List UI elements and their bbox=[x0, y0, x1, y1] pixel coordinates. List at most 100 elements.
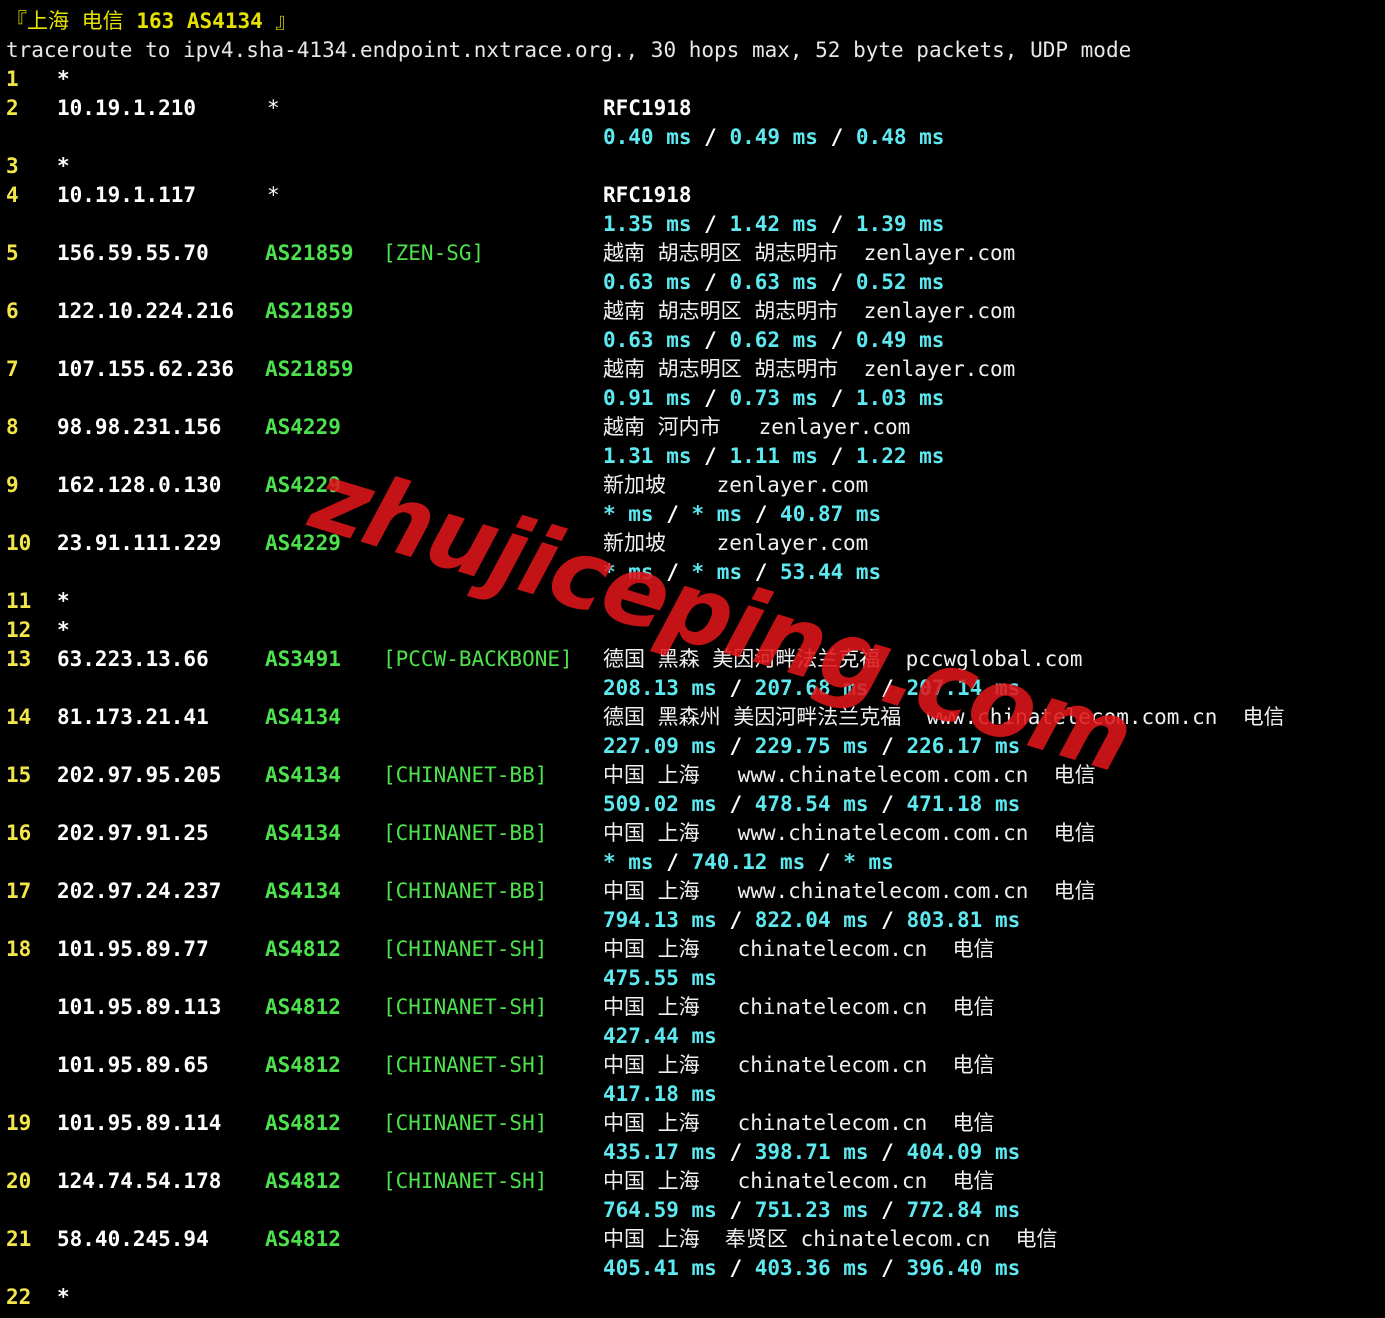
rtt-separator: / bbox=[716, 1140, 755, 1164]
rtt-separator: / bbox=[716, 908, 755, 932]
hop-asn: AS4134 bbox=[265, 821, 341, 845]
rtt-value: 0.49 ms bbox=[855, 328, 945, 352]
hop-rtt-row: 417.18 ms bbox=[6, 1080, 1385, 1109]
hop-number: 17 bbox=[6, 879, 32, 903]
hop-row: 18 101.95.89.77 AS4812 [CHINANET-SH] 中国 上海 c… bbox=[6, 935, 1385, 964]
rtt-value: 471.18 ms bbox=[906, 792, 1021, 816]
hop-ip: 63.223.13.66 bbox=[57, 647, 209, 671]
hop-number: 13 bbox=[6, 647, 32, 671]
hop-rtt: 0.40 ms / 0.49 ms / 0.48 ms bbox=[603, 123, 944, 152]
hop-asn: AS4812 bbox=[265, 937, 341, 961]
hop-geo: RFC1918 bbox=[603, 183, 692, 207]
rtt-value: 226.17 ms bbox=[906, 734, 1021, 758]
hop-tag: [PCCW-BACKBONE] bbox=[383, 647, 573, 671]
hop-asn: AS3491 bbox=[265, 647, 341, 671]
rtt-value: 40.87 ms bbox=[780, 502, 882, 526]
rtt-separator: / bbox=[716, 734, 755, 758]
hop-asn: AS4812 bbox=[265, 1169, 341, 1193]
hop-row: 12 * bbox=[6, 616, 1385, 645]
rtt-separator: / bbox=[691, 270, 730, 294]
rtt-value: * ms bbox=[603, 560, 654, 584]
hop-rtt: 427.44 ms bbox=[603, 1022, 717, 1051]
hop-asn: AS4229 bbox=[265, 531, 341, 555]
hop-ip: 23.91.111.229 bbox=[57, 531, 222, 555]
rtt-separator: / bbox=[817, 212, 856, 236]
rtt-separator: / bbox=[805, 850, 844, 874]
hop-rtt: 435.17 ms / 398.71 ms / 404.09 ms bbox=[603, 1138, 1020, 1167]
hop-ip: 107.155.62.236 bbox=[57, 357, 235, 381]
hop-number: 10 bbox=[6, 531, 32, 555]
rtt-value: 0.49 ms bbox=[729, 125, 818, 149]
hop-row: 4 10.19.1.117 * RFC1918 bbox=[6, 181, 1385, 210]
hop-geo: 中国 上海 www.chinatelecom.com.cn 电信 bbox=[603, 763, 1096, 787]
rtt-value: 404.09 ms bbox=[906, 1140, 1021, 1164]
hop-tag: [CHINANET-BB] bbox=[383, 821, 548, 845]
hop-rtt: * ms / * ms / 40.87 ms bbox=[603, 500, 881, 529]
hop-row: 22 * bbox=[6, 1283, 1385, 1312]
hop-ip: 101.95.89.113 bbox=[57, 995, 222, 1019]
hop-rtt-row: 0.91 ms / 0.73 ms / 1.03 ms bbox=[6, 384, 1385, 413]
rtt-value: 1.11 ms bbox=[729, 444, 818, 468]
hop-geo: 新加坡 zenlayer.com bbox=[603, 531, 869, 555]
hop-rtt-row: 208.13 ms / 207.68 ms / 207.14 ms bbox=[6, 674, 1385, 703]
hop-asn: AS4812 bbox=[265, 1111, 341, 1135]
rtt-separator: / bbox=[868, 1140, 907, 1164]
hop-asn: AS4812 bbox=[265, 995, 341, 1019]
rtt-separator: / bbox=[868, 792, 907, 816]
hop-geo: 中国 上海 chinatelecom.cn 电信 bbox=[603, 1053, 995, 1077]
hop-tag: [CHINANET-BB] bbox=[383, 763, 548, 787]
rtt-separator: / bbox=[817, 444, 856, 468]
rtt-separator: / bbox=[691, 212, 730, 236]
hop-asn: AS4229 bbox=[265, 473, 341, 497]
rtt-value: 803.81 ms bbox=[906, 908, 1021, 932]
hop-rtt-row: 794.13 ms / 822.04 ms / 803.81 ms bbox=[6, 906, 1385, 935]
hop-ip: * bbox=[57, 589, 70, 613]
hop-geo: 中国 上海 chinatelecom.cn 电信 bbox=[603, 937, 995, 961]
rtt-value: * ms bbox=[691, 502, 743, 526]
hop-tag: [CHINANET-SH] bbox=[383, 1169, 548, 1193]
hop-ip: 124.74.54.178 bbox=[57, 1169, 222, 1193]
hop-tag: [CHINANET-SH] bbox=[383, 937, 548, 961]
rtt-value: * ms bbox=[843, 850, 894, 874]
hop-ip: 101.95.89.77 bbox=[57, 937, 209, 961]
rtt-value: 1.22 ms bbox=[855, 444, 945, 468]
rtt-value: 417.18 ms bbox=[603, 1082, 717, 1106]
rtt-value: 398.71 ms bbox=[754, 1140, 869, 1164]
hop-row: 5 156.59.55.70 AS21859 [ZEN-SG] 越南 胡志明区 胡志明市… bbox=[6, 239, 1385, 268]
hop-asn: AS21859 bbox=[265, 241, 354, 265]
hop-rtt-row: 0.40 ms / 0.49 ms / 0.48 ms bbox=[6, 123, 1385, 152]
hop-geo: 中国 上海 chinatelecom.cn 电信 bbox=[603, 995, 995, 1019]
hop-number: 7 bbox=[6, 357, 19, 381]
rtt-value: 0.63 ms bbox=[603, 270, 692, 294]
hop-list: 1 * 2 10.19.1.210 * RFC1918 0.40 ms / 0.49 ms … bbox=[6, 65, 1385, 1312]
rtt-value: 764.59 ms bbox=[603, 1198, 717, 1222]
rtt-value: 1.35 ms bbox=[603, 212, 692, 236]
header-line: 『上海 电信 163 AS4134 』 bbox=[6, 7, 1385, 36]
rtt-value: 403.36 ms bbox=[754, 1256, 869, 1280]
rtt-value: 772.84 ms bbox=[906, 1198, 1021, 1222]
rtt-value: 0.63 ms bbox=[729, 270, 818, 294]
hop-rtt-row: 405.41 ms / 403.36 ms / 396.40 ms bbox=[6, 1254, 1385, 1283]
rtt-separator: / bbox=[742, 560, 781, 584]
rtt-separator: / bbox=[817, 125, 856, 149]
hop-rtt-row: * ms / * ms / 53.44 ms bbox=[6, 558, 1385, 587]
hop-ip: 98.98.231.156 bbox=[57, 415, 222, 439]
rtt-value: 751.23 ms bbox=[754, 1198, 869, 1222]
hop-rtt: 0.63 ms / 0.62 ms / 0.49 ms bbox=[603, 326, 944, 355]
rtt-separator: / bbox=[716, 1198, 755, 1222]
rtt-value: 405.41 ms bbox=[603, 1256, 717, 1280]
rtt-separator: / bbox=[691, 328, 730, 352]
close-bracket: 』 bbox=[275, 9, 297, 33]
hop-rtt: * ms / * ms / 53.44 ms bbox=[603, 558, 881, 587]
rtt-value: * ms bbox=[603, 850, 654, 874]
rtt-value: * ms bbox=[603, 502, 654, 526]
rtt-value: 509.02 ms bbox=[603, 792, 717, 816]
hop-star: * bbox=[267, 96, 280, 120]
hop-row: 15 202.97.95.205 AS4134 [CHINANET-BB] 中国 上海 … bbox=[6, 761, 1385, 790]
hop-row: 10 23.91.111.229 AS4229 新加坡 zenlayer.com bbox=[6, 529, 1385, 558]
hop-asn: AS4812 bbox=[265, 1227, 341, 1251]
hop-star: * bbox=[267, 183, 280, 207]
hop-number: 16 bbox=[6, 821, 32, 845]
rtt-separator: / bbox=[868, 1198, 907, 1222]
hop-number: 2 bbox=[6, 96, 19, 120]
